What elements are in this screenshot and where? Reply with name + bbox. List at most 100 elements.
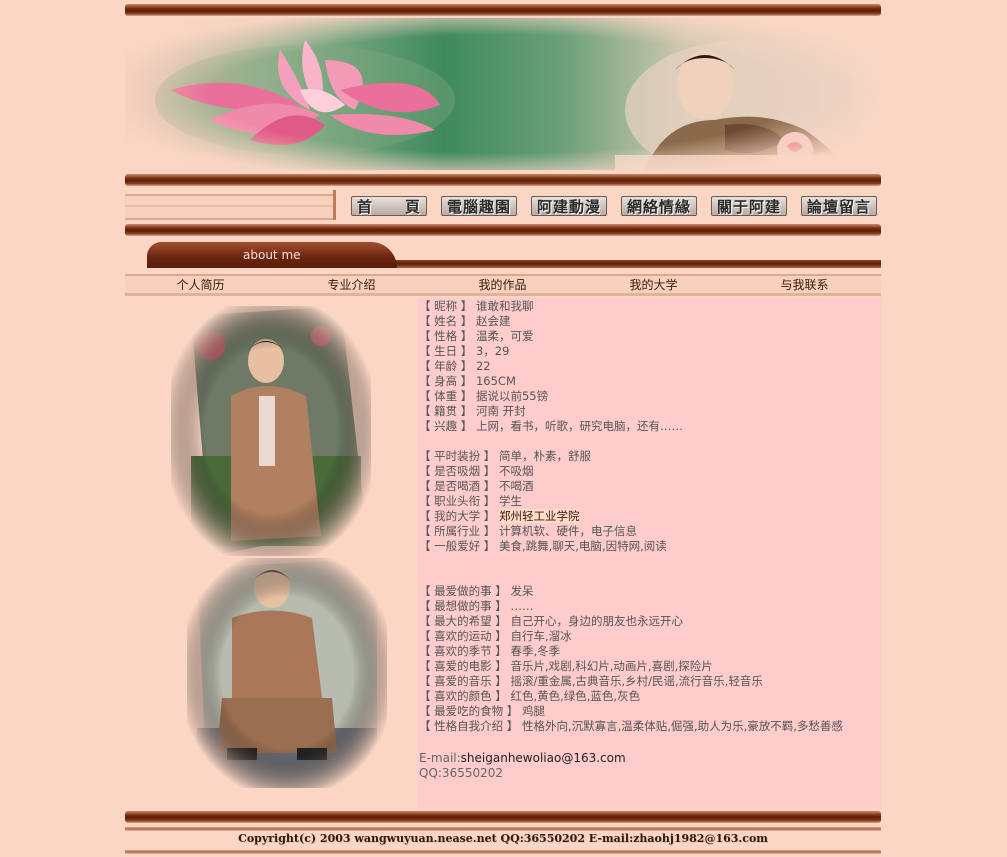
- profile-key: 【 生日 】: [419, 344, 473, 358]
- section-tab-area: about me: [125, 238, 881, 270]
- profile-key: 【 一般爱好 】: [419, 539, 496, 553]
- profile-row: 【 最爱做的事 】 发呆: [419, 584, 879, 599]
- profile-value: 摇滚/重金属,古典音乐,乡村/民谣,流行音乐,轻音乐: [510, 674, 763, 688]
- profile-row: 【 身高 】 165CM: [419, 374, 879, 389]
- profile-value: 河南 开封: [475, 404, 526, 418]
- profile-value: 谁敢和我聊: [475, 299, 534, 313]
- profile-row: 【 我的大学 】 郑州轻工业学院: [419, 509, 879, 524]
- sitting-photo: [187, 558, 387, 788]
- about-me-tab[interactable]: about me: [147, 242, 397, 268]
- profile-row: 【 兴趣 】 上网，看书，听歌，研究电脑，还有……: [419, 419, 879, 434]
- profile-value: 鸡腿: [521, 704, 545, 718]
- nav-forum[interactable]: 論壇留言: [801, 196, 877, 216]
- header-banner: [125, 18, 881, 170]
- profile-key: 【 兴趣 】: [419, 419, 473, 433]
- nav-home[interactable]: 首 頁: [351, 196, 427, 216]
- profile-value: 音乐片,戏剧,科幻片,动画片,喜剧,探险片: [510, 659, 713, 673]
- profile-row: 【 喜爱的电影 】 音乐片,戏剧,科幻片,动画片,喜剧,探险片: [419, 659, 879, 674]
- nav-track: [125, 194, 333, 220]
- nav-online-romance[interactable]: 網絡情緣: [621, 196, 697, 216]
- subnav-major[interactable]: 专业介绍: [276, 277, 427, 293]
- nav-anime[interactable]: 阿建動漫: [531, 196, 607, 216]
- profile-value: 美食,跳舞,聊天,电脑,因特网,阅读: [498, 539, 667, 553]
- profile-key: 【 喜欢的季节 】: [419, 644, 507, 658]
- photo-column: [125, 298, 417, 808]
- profile-key: 【 体重 】: [419, 389, 473, 403]
- profile-key: 【 性格自我介绍 】: [419, 719, 519, 733]
- profile-key: 【 职业头衔 】: [419, 494, 496, 508]
- profile-value: 温柔，可爱: [475, 329, 534, 343]
- banner-bottom-bar: [125, 174, 881, 186]
- footer-top-bar: [125, 811, 881, 823]
- footer-thin-line: [125, 827, 881, 831]
- profile-key: 【 平时装扮 】: [419, 449, 496, 463]
- email-label: E-mail:: [419, 751, 461, 765]
- content-area: 【 昵称 】 谁敢和我聊【 姓名 】 赵会建【 性格 】 温柔，可爱【 生日 】…: [125, 298, 881, 808]
- subnav-resume[interactable]: 个人简历: [125, 277, 276, 293]
- page-frame: 首 頁 電腦趣園 阿建動漫 網絡情緣 關于阿建 論壇留言 about me 个人…: [125, 0, 881, 857]
- profile-row: 【 喜欢的运动 】 自行车,溜冰: [419, 629, 879, 644]
- profile-key: 【 是否喝酒 】: [419, 479, 496, 493]
- qq-line: QQ:36550202: [419, 766, 504, 780]
- profile-key: 【 籍贯 】: [419, 404, 473, 418]
- profile-row: 【 是否喝酒 】 不喝酒: [419, 479, 879, 494]
- profile-value: 红色,黄色,绿色,蓝色,灰色: [510, 689, 641, 703]
- profile-value: 不喝酒: [498, 479, 534, 493]
- profile-key: 【 是否吸烟 】: [419, 464, 496, 478]
- profile-row: 【 体重 】 据说以前55镑: [419, 389, 879, 404]
- profile-list: 【 昵称 】 谁敢和我聊【 姓名 】 赵会建【 性格 】 温柔，可爱【 生日 】…: [419, 299, 879, 734]
- profile-row: 【 平时装扮 】 简单，朴素，舒服: [419, 449, 879, 464]
- footer-bottom-line: [125, 850, 881, 854]
- profile-value: 发呆: [510, 584, 534, 598]
- profile-value: 自行车,溜冰: [510, 629, 572, 643]
- profile-row: 【 喜欢的季节 】 春季,冬季: [419, 644, 879, 659]
- profile-panel: 【 昵称 】 谁敢和我聊【 姓名 】 赵会建【 性格 】 温柔，可爱【 生日 】…: [417, 298, 881, 808]
- profile-row: 【 最想做的事 】 ……: [419, 599, 879, 614]
- profile-value: 3，29: [475, 344, 510, 358]
- profile-row: 【 所属行业 】 计算机软、硬件，电子信息: [419, 524, 879, 539]
- profile-spacer: [419, 554, 879, 584]
- profile-value: ……: [510, 599, 534, 613]
- profile-value: 165CM: [475, 374, 516, 388]
- profile-key: 【 性格 】: [419, 329, 473, 343]
- profile-value: 上网，看书，听歌，研究电脑，还有……: [475, 419, 683, 433]
- profile-key: 【 所属行业 】: [419, 524, 496, 538]
- nav-bottom-bar: [125, 224, 881, 236]
- profile-value: 据说以前55镑: [475, 389, 549, 403]
- profile-value: 学生: [498, 494, 522, 508]
- profile-key: 【 身高 】: [419, 374, 473, 388]
- profile-row: 【 昵称 】 谁敢和我聊: [419, 299, 879, 314]
- profile-row: 【 喜欢的颜色 】 红色,黄色,绿色,蓝色,灰色: [419, 689, 879, 704]
- profile-key: 【 喜欢的颜色 】: [419, 689, 507, 703]
- standing-photo: [171, 306, 371, 556]
- profile-value: 自己开心，身边的朋友也永远开心: [510, 614, 683, 628]
- subnav-university[interactable]: 我的大学: [578, 277, 729, 293]
- nav-about[interactable]: 關于阿建: [711, 196, 787, 216]
- nav-divider: [333, 190, 336, 220]
- profile-value: 春季,冬季: [510, 644, 561, 658]
- profile-key: 【 最爱做的事 】: [419, 584, 507, 598]
- profile-key: 【 姓名 】: [419, 314, 473, 328]
- profile-row: 【 性格 】 温柔，可爱: [419, 329, 879, 344]
- nav-computer-garden[interactable]: 電腦趣園: [441, 196, 517, 216]
- profile-row: 【 最大的希望 】 自己开心，身边的朋友也永远开心: [419, 614, 879, 629]
- profile-row: 【 生日 】 3，29: [419, 344, 879, 359]
- subnav-contact[interactable]: 与我联系: [729, 277, 880, 293]
- profile-value: 简单，朴素，舒服: [498, 449, 591, 463]
- profile-key: 【 喜爱的音乐 】: [419, 674, 507, 688]
- university-link[interactable]: 郑州轻工业学院: [498, 509, 580, 523]
- profile-row: 【 性格自我介绍 】 性格外向,沉默寡言,温柔体贴,倔强,助人为乐,豪放不羁,多…: [419, 719, 879, 734]
- profile-value: 计算机软、硬件，电子信息: [498, 524, 637, 538]
- profile-row: 【 职业头衔 】 学生: [419, 494, 879, 509]
- profile-value: 22: [475, 359, 491, 373]
- profile-row: 【 姓名 】 赵会建: [419, 314, 879, 329]
- top-bar: [125, 4, 881, 16]
- email-link[interactable]: sheiganhewoliao@163.com: [461, 751, 626, 765]
- profile-row: 【 籍贯 】 河南 开封: [419, 404, 879, 419]
- main-nav: 首 頁 電腦趣園 阿建動漫 網絡情緣 關于阿建 論壇留言: [125, 190, 881, 220]
- sub-nav: 个人简历 专业介绍 我的作品 我的大学 与我联系: [125, 274, 881, 296]
- profile-row: 【 喜爱的音乐 】 摇滚/重金属,古典音乐,乡村/民谣,流行音乐,轻音乐: [419, 674, 879, 689]
- subnav-works[interactable]: 我的作品: [427, 277, 578, 293]
- profile-value: 赵会建: [475, 314, 511, 328]
- profile-row: 【 年龄 】 22: [419, 359, 879, 374]
